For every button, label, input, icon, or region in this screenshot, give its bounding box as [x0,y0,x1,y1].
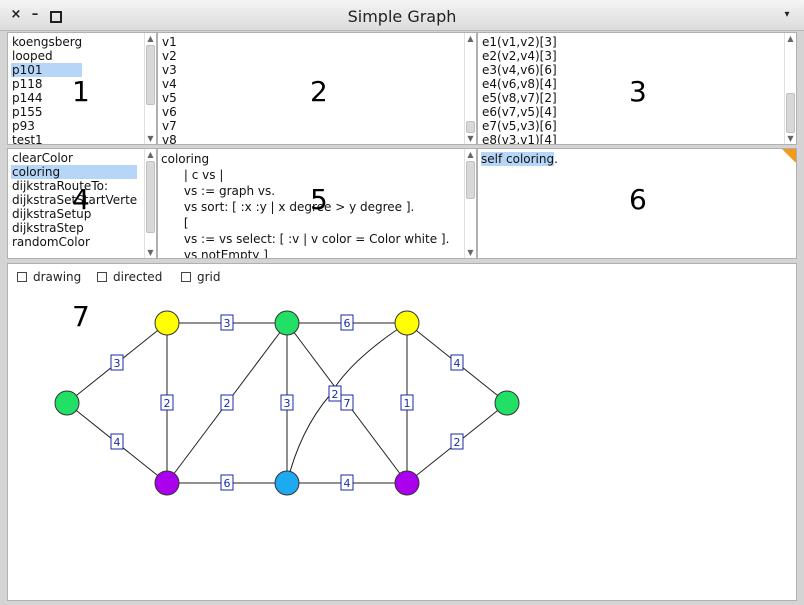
edges-list-scrollbar[interactable]: ▲ ▼ [784,33,796,144]
resize-corner-icon[interactable] [782,149,796,163]
pane-number-2: 2 [310,75,328,108]
code-line: vs notEmpty ] [161,248,268,259]
methods-list-pane[interactable]: clearColor coloring dijkstraRouteTo: dijkst… [7,148,157,259]
edge-list-item[interactable]: e1(v1,v2)[3] [481,35,557,49]
option-label: grid [197,270,221,284]
graph-canvas-pane[interactable] [7,263,797,601]
graph-list-item[interactable]: test1 [11,133,82,144]
graphs-list-scrollbar[interactable]: ▲ ▼ [144,33,156,144]
method-list-item[interactable]: clearColor [11,151,137,165]
method-list-item[interactable]: randomColor [11,235,137,249]
edge-list-item[interactable]: e7(v5,v3)[6] [481,119,557,133]
code-editor-scrollbar[interactable]: ▲ ▼ [464,149,476,258]
code-line: [ [161,216,189,230]
edge-list-item[interactable]: e5(v8,v7)[2] [481,91,557,105]
checkbox-icon[interactable] [97,272,107,282]
scrollbar-thumb[interactable] [146,161,155,233]
graph-list-item[interactable]: p93 [11,119,82,133]
scroll-up-icon[interactable]: ▲ [785,33,796,44]
pane-number-1: 1 [72,75,90,108]
code-editor-pane[interactable]: coloring | c vs | vs := graph vs. vs sor… [157,148,477,259]
option-directed[interactable]: directed [97,270,162,284]
edge-list-item[interactable]: e2(v2,v4)[3] [481,49,557,63]
vertex-list-item[interactable]: v4 [161,77,177,91]
graphs-list-pane[interactable]: koengsberg looped p101 p118 p144 p155 p93 test1… [7,32,157,145]
option-drawing[interactable]: drawing [17,270,81,284]
vertices-list-scrollbar[interactable]: ▲ ▼ [464,33,476,144]
code-line: vs := vs select: [ :v | v color = Color … [161,232,450,246]
scroll-down-icon[interactable]: ▼ [145,247,156,258]
vertex-list-item[interactable]: v7 [161,119,177,133]
title-bar: × – Simple Graph ▾ [0,0,804,31]
pane-number-4: 4 [72,183,90,216]
edge-list-item[interactable]: e8(v3,v1)[4] [481,133,557,144]
edges-list[interactable]: e1(v1,v2)[3] e2(v2,v4)[3] e3(v4,v6)[6] e4(v… [481,35,557,144]
checkbox-icon[interactable] [181,272,191,282]
window-title: Simple Graph [347,7,457,26]
option-grid[interactable]: grid [181,270,221,284]
scrollbar-thumb[interactable] [786,93,795,133]
code-line: vs := graph vs. [161,184,276,198]
scrollbar-thumb[interactable] [466,161,475,199]
graph-list-item[interactable]: looped [11,49,82,63]
scroll-down-icon[interactable]: ▼ [465,247,476,258]
edge-list-item[interactable]: e4(v6,v8)[4] [481,77,557,91]
vertex-list-item[interactable]: v8 [161,133,177,144]
scroll-up-icon[interactable]: ▲ [465,149,476,160]
method-list-item[interactable]: dijkstraStep [11,221,137,235]
scroll-down-icon[interactable]: ▼ [465,133,476,144]
scrollbar-thumb[interactable] [146,45,155,105]
graph-list-item[interactable]: koengsberg [11,35,82,49]
vertex-list-item[interactable]: v3 [161,63,177,77]
checkbox-icon[interactable] [17,272,27,282]
code-editor[interactable]: coloring | c vs | vs := graph vs. vs sor… [161,151,450,259]
vertex-list-item[interactable]: v1 [161,35,177,49]
scrollbar-thumb[interactable] [466,121,475,133]
workspace-pane[interactable]: self coloring. 6 [477,148,797,259]
option-label: directed [113,270,163,284]
edge-list-item[interactable]: e3(v4,v6)[6] [481,63,557,77]
option-label: drawing [33,270,82,284]
workspace-text[interactable]: self coloring. [481,151,558,167]
method-list-item[interactable]: coloring [11,165,138,179]
scroll-up-icon[interactable]: ▲ [145,33,156,44]
code-line: coloring [161,152,210,166]
pane-number-6: 6 [629,183,647,216]
code-line: | c vs | [161,168,224,182]
scroll-down-icon[interactable]: ▼ [145,133,156,144]
vertex-list-item[interactable]: v6 [161,105,177,119]
vertex-list-item[interactable]: v5 [161,91,177,105]
edges-list-pane[interactable]: e1(v1,v2)[3] e2(v2,v4)[3] e3(v4,v6)[6] e4(v… [477,32,797,145]
methods-list-scrollbar[interactable]: ▲ ▼ [144,149,156,258]
vertices-list[interactable]: v1 v2 v3 v4 v5 v6 v7 v8 [161,35,177,144]
pane-number-3: 3 [629,75,647,108]
window-menu-icon[interactable]: ▾ [780,8,794,22]
vertex-list-item[interactable]: v2 [161,49,177,63]
workspace-selection: self coloring [481,152,555,166]
scroll-up-icon[interactable]: ▲ [465,33,476,44]
pane-number-5: 5 [310,183,328,216]
vertices-list-pane[interactable]: v1 v2 v3 v4 v5 v6 v7 v8 2 ▲ ▼ [157,32,477,145]
scroll-down-icon[interactable]: ▼ [785,133,796,144]
pane-number-7: 7 [72,300,90,333]
workspace-trailing: . [554,152,558,166]
code-line: vs sort: [ :x :y | x degree > y degree ]… [161,200,415,214]
scroll-up-icon[interactable]: ▲ [145,149,156,160]
edge-list-item[interactable]: e6(v7,v5)[4] [481,105,557,119]
